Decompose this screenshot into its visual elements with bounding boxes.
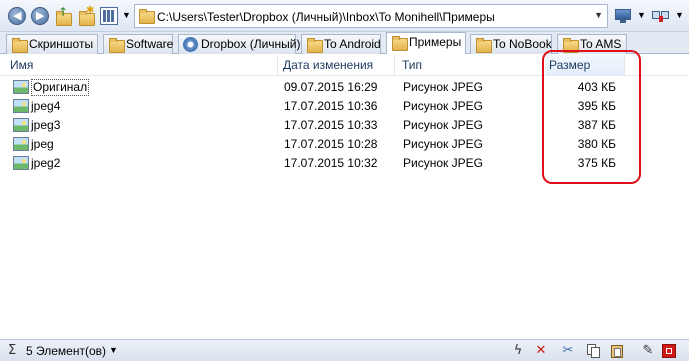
status-dropdown-icon[interactable]: ▼ bbox=[109, 345, 118, 355]
folder-icon bbox=[109, 38, 125, 53]
size-highlight-annotation bbox=[542, 50, 641, 184]
toolbar: ◀ ▶ ↑ ✱ ▼ C:\Users\Tester\Dropbox (Личны… bbox=[0, 0, 689, 32]
column-date[interactable]: Дата изменения bbox=[279, 55, 395, 76]
jpeg-file-icon bbox=[13, 80, 29, 94]
file-date: 09.07.2015 16:29 bbox=[284, 80, 378, 94]
tab-to-nobook[interactable]: To NoBook bbox=[470, 34, 552, 54]
dropbox-sync-icon bbox=[183, 37, 198, 52]
up-folder-icon[interactable]: ↑ bbox=[54, 5, 72, 26]
forward-arrow-icon[interactable]: ▶ bbox=[31, 7, 49, 25]
address-folder-icon bbox=[139, 9, 155, 24]
tab-label: Software bbox=[126, 37, 174, 51]
properties-icon[interactable] bbox=[661, 343, 677, 359]
monitor-icon[interactable] bbox=[614, 7, 634, 25]
monitor-dropdown-icon[interactable]: ▼ bbox=[637, 10, 646, 20]
view-mode-icon[interactable] bbox=[100, 7, 118, 25]
file-type: Рисунок JPEG bbox=[403, 137, 483, 151]
file-name: Оригинал bbox=[31, 79, 90, 96]
item-count: 5 Элемент(ов) bbox=[26, 344, 106, 358]
tab-examples[interactable]: Примеры bbox=[386, 32, 466, 54]
file-date: 17.07.2015 10:36 bbox=[284, 99, 378, 113]
tab-label: To AMS bbox=[580, 37, 622, 51]
new-folder-icon[interactable]: ✱ bbox=[77, 5, 95, 26]
tab-to-android[interactable]: To Android bbox=[301, 34, 381, 54]
address-bar[interactable]: C:\Users\Tester\Dropbox (Личный)\Inbox\T… bbox=[134, 4, 608, 28]
file-name: jpeg3 bbox=[31, 118, 61, 132]
jpeg-file-icon bbox=[13, 156, 29, 170]
file-type: Рисунок JPEG bbox=[403, 156, 483, 170]
folder-icon bbox=[476, 38, 492, 53]
jpeg-file-icon bbox=[13, 99, 29, 113]
jpeg-file-icon bbox=[13, 118, 29, 132]
tab-label: To NoBook bbox=[493, 37, 552, 51]
folder-icon bbox=[12, 38, 28, 53]
paste-icon[interactable] bbox=[609, 343, 625, 359]
tab-label: Скриншоты bbox=[29, 37, 94, 51]
tab-label: To Android bbox=[324, 37, 381, 51]
address-path[interactable]: C:\Users\Tester\Dropbox (Личный)\Inbox\T… bbox=[157, 10, 495, 24]
jpeg-file-icon bbox=[13, 137, 29, 151]
file-date: 17.07.2015 10:33 bbox=[284, 118, 378, 132]
sum-icon: Σ bbox=[8, 343, 17, 358]
network-dropdown-icon[interactable]: ▼ bbox=[675, 10, 684, 20]
file-type: Рисунок JPEG bbox=[403, 80, 483, 94]
file-date: 17.07.2015 10:32 bbox=[284, 156, 378, 170]
file-type: Рисунок JPEG bbox=[403, 99, 483, 113]
view-dropdown-icon[interactable]: ▼ bbox=[122, 10, 131, 20]
folder-icon bbox=[307, 38, 323, 53]
column-type[interactable]: Тип bbox=[398, 55, 544, 76]
tab-software[interactable]: Software bbox=[103, 34, 173, 54]
back-arrow-icon[interactable]: ◀ bbox=[8, 7, 26, 25]
tab-label: Dropbox (Личный) bbox=[201, 37, 301, 51]
file-name: jpeg2 bbox=[31, 156, 61, 170]
column-name[interactable]: Имя bbox=[6, 55, 278, 76]
file-name: jpeg4 bbox=[31, 99, 61, 113]
lightning-icon[interactable]: ϟ bbox=[510, 343, 526, 359]
tab-dropbox[interactable]: Dropbox (Личный) bbox=[178, 34, 300, 54]
file-type: Рисунок JPEG bbox=[403, 118, 483, 132]
folder-icon bbox=[392, 36, 408, 51]
address-dropdown-icon[interactable]: ▼ bbox=[594, 10, 603, 20]
cut-icon[interactable]: ✂ bbox=[560, 343, 576, 359]
status-bar: Σ 5 Элемент(ов) ▼ ϟ ✕ ✂ ✎ bbox=[0, 339, 689, 361]
rename-icon[interactable]: ✎ bbox=[640, 343, 656, 359]
file-date: 17.07.2015 10:28 bbox=[284, 137, 378, 151]
file-name: jpeg bbox=[31, 137, 54, 151]
network-icon[interactable] bbox=[652, 7, 672, 25]
tab-screenshots[interactable]: Скриншоты bbox=[6, 34, 98, 54]
delete-icon[interactable]: ✕ bbox=[533, 343, 549, 359]
tab-label: Примеры bbox=[409, 35, 462, 49]
copy-icon[interactable] bbox=[585, 343, 601, 359]
